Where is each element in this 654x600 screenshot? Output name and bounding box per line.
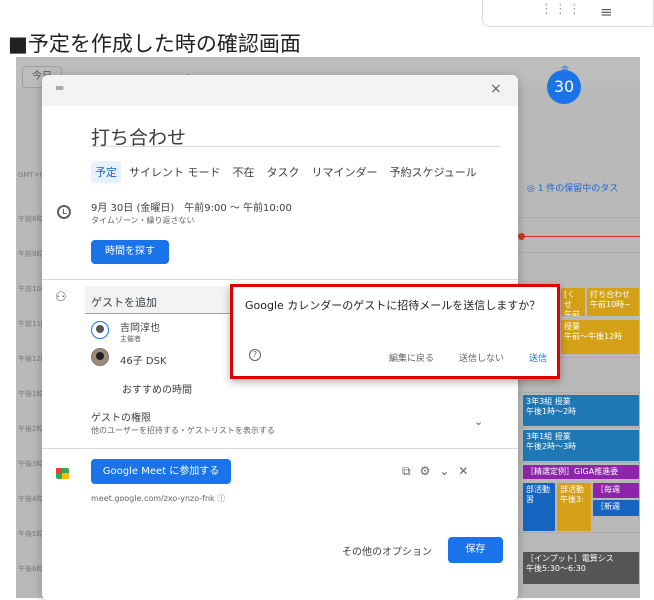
gear-icon[interactable]: ⚙ <box>420 464 440 478</box>
meet-url: meet.google.com/zxo-ynzo-fnk ⓘ <box>91 493 225 504</box>
time-label: 午後2時 <box>18 425 44 433</box>
people-icon: ⚇ <box>55 290 67 305</box>
guest-name: 46子 DSK <box>120 356 167 367</box>
help-icon[interactable]: ⓘ <box>217 494 225 503</box>
meet-url-text: meet.google.com/zxo-ynzo-fnk <box>91 494 215 503</box>
save-button[interactable]: 保存 <box>448 537 503 563</box>
back-to-edit-button[interactable]: 編集に戻る <box>389 351 434 364</box>
time-label: 午前9時 <box>18 250 44 258</box>
guest-name: 吉岡淳也 <box>120 323 160 334</box>
dont-send-button[interactable]: 送信しない <box>459 351 504 364</box>
tab-reminder[interactable]: リマインダー <box>308 161 382 183</box>
timezone-repeat[interactable]: タイムゾーン・繰り返さない <box>91 215 194 226</box>
apps-grid-icon[interactable]: ⋮⋮⋮ <box>540 2 582 17</box>
join-meet-button[interactable]: Google Meet に参加する <box>91 459 231 484</box>
page-heading: ■予定を作成した時の確認画面 <box>8 32 301 56</box>
time-label: 午後1時 <box>18 390 44 398</box>
calendar-event[interactable]: ［インプット］電算シス 午後5:30〜6:30 <box>522 551 640 585</box>
pending-tasks-label: 1 件の保留中のタス <box>537 184 619 194</box>
avatar <box>91 321 109 339</box>
avatar <box>91 348 109 366</box>
event-type-tabs: 予定 サイレント モード 不在 タスク リマインダー 予約スケジュール <box>91 161 481 183</box>
time-label: 午後4時 <box>18 495 44 503</box>
calendar-event[interactable]: 3年1組 授業 午後2時〜3時 <box>522 429 640 462</box>
calendar-event[interactable]: ［新週 <box>592 499 640 517</box>
calendar-event[interactable]: ［毎週 <box>592 482 640 499</box>
calendar-event[interactable]: 部活動習 <box>522 482 556 532</box>
divider <box>42 279 518 280</box>
find-time-button[interactable]: 時間を探す <box>91 240 169 264</box>
google-meet-icon <box>56 468 69 479</box>
calendar-event[interactable]: [くせ 午前 <box>560 287 586 317</box>
help-icon[interactable]: ? <box>249 349 261 361</box>
clock-icon <box>57 205 71 219</box>
drag-handle-icon[interactable]: ═ <box>56 81 63 95</box>
tab-appointment[interactable]: 予約スケジュール <box>386 161 481 183</box>
chevron-down-icon[interactable]: ⌄ <box>474 415 483 428</box>
time-label: 午後5時 <box>18 530 44 538</box>
close-icon[interactable]: ✕ <box>458 464 477 478</box>
time-label: 午後6時 <box>18 565 44 573</box>
calendar-event[interactable]: 授業 午前〜午後12時 <box>560 319 640 355</box>
calendar-event[interactable]: 打ち合わせ 午前10時~ <box>586 287 640 317</box>
tab-task[interactable]: タスク <box>263 161 304 183</box>
tab-event[interactable]: 予定 <box>91 161 121 183</box>
suggested-times[interactable]: おすすめの時間 <box>122 381 192 396</box>
current-time-line <box>522 236 640 237</box>
copy-icon[interactable]: ⧉ <box>402 464 420 478</box>
calendar-event[interactable]: ［精選定例］GIGA推進委 <box>522 464 640 480</box>
guest-permissions-desc: 他のユーザーを招待する・ゲストリストを表示する <box>91 426 275 435</box>
pending-tasks[interactable]: ◎ 1 件の保留中のタス <box>527 181 618 194</box>
day-number[interactable]: 30 <box>547 70 581 104</box>
time-label: 午前8時 <box>18 215 44 223</box>
tab-focus-time[interactable]: サイレント モード <box>125 161 225 183</box>
send-invite-dialog: Google カレンダーのゲストに招待メールを送信しますか？ ? 編集に戻る 送… <box>230 284 560 379</box>
time-label: 午後3時 <box>18 460 44 468</box>
more-options-button[interactable]: その他のオプション <box>342 543 432 558</box>
calendar-event[interactable]: 部活動 午後3: <box>556 482 592 532</box>
calendar-event[interactable]: 3年3組 授業 午後1時〜2時 <box>522 394 640 427</box>
divider <box>42 448 518 449</box>
guest-permissions-title[interactable]: ゲストの権限 <box>91 409 151 424</box>
event-datetime[interactable]: 9月 30日 (金曜日) 午前9:00 ～ 午前10:00 <box>91 199 292 214</box>
dialog-message: Google カレンダーのゲストに招待メールを送信しますか？ <box>245 299 541 312</box>
title-underline <box>91 146 501 147</box>
panel-header[interactable] <box>42 75 518 106</box>
sort-lines-icon[interactable]: ≡ <box>600 3 613 21</box>
guest-role: 主催者 <box>120 335 141 343</box>
send-button[interactable]: 送信 <box>529 351 547 364</box>
chevron-down-icon[interactable]: ⌄ <box>439 464 458 478</box>
close-icon[interactable]: × <box>490 81 502 97</box>
meet-actions: ⧉⚙⌄✕ <box>402 464 477 479</box>
tab-out-of-office[interactable]: 不在 <box>229 161 259 183</box>
